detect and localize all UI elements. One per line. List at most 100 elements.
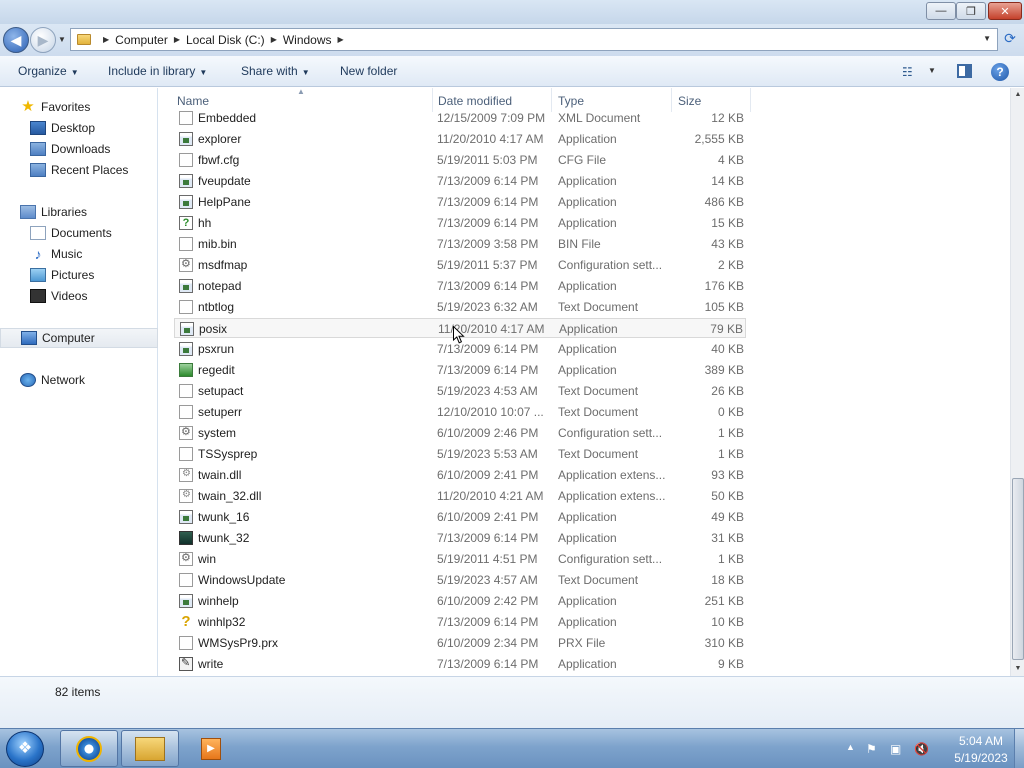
minimize-button[interactable]: — [926,2,956,20]
file-row[interactable]: msdfmap 5/19/2011 5:37 PM Configuration se… [174,255,746,275]
help-button[interactable]: ? [991,63,1009,81]
taskbar-windows-explorer[interactable] [121,730,179,767]
file-row[interactable]: WMSysPr9.prx 6/10/2009 2:34 PM PRX File 310… [174,633,746,653]
scroll-up-button[interactable]: ▲ [1011,88,1024,102]
file-row[interactable]: fveupdate 7/13/2009 6:14 PM Application 14 … [174,171,746,191]
file-date-modified: 7/13/2009 3:58 PM [437,237,539,251]
file-row[interactable]: mib.bin 7/13/2009 3:58 PM BIN File 43 KB [174,234,746,254]
change-view-button[interactable]: ☷ [902,65,913,79]
file-row[interactable]: setuperr 12/10/2010 10:07 ... Text Documen… [174,402,746,422]
refresh-button[interactable]: ⟳ [1000,30,1020,50]
nav-downloads[interactable]: Downloads [0,139,158,159]
nav-desktop[interactable]: Desktop [0,118,158,138]
settings-file-icon [179,257,193,272]
maximize-button[interactable]: ❐ [956,2,986,20]
file-row[interactable]: twunk_32 7/13/2009 6:14 PM Application 31 K… [174,528,746,548]
file-row[interactable]: regedit 7/13/2009 6:14 PM Application 389 K… [174,360,746,380]
column-header-size[interactable]: Size [678,94,701,108]
file-row[interactable]: TSSysprep 5/19/2023 5:53 AM Text Document 1… [174,444,746,464]
file-date-modified: 7/13/2009 6:14 PM [437,342,539,356]
document-icon [179,111,193,125]
more-view-options-button[interactable]: ▼ [928,66,936,75]
file-row[interactable]: explorer 11/20/2010 4:17 AM Application 2,5… [174,129,746,149]
new-folder-button[interactable]: New folder [340,64,397,78]
question-mark-icon: ? [181,613,191,630]
file-row[interactable]: fbwf.cfg 5/19/2011 5:03 PM CFG File 4 KB [174,150,746,170]
action-center-flag-icon[interactable]: ⚑ [866,742,877,756]
file-type: Text Document [558,573,639,587]
nav-documents[interactable]: Documents [0,223,158,243]
file-row[interactable]: twunk_16 6/10/2009 2:41 PM Application 49 K… [174,507,746,527]
breadcrumb-chevron-icon[interactable]: ▶ [271,35,277,44]
file-date-modified: 7/13/2009 6:14 PM [437,615,539,629]
file-size: 105 KB [704,300,744,314]
breadcrumb-chevron-icon[interactable]: ▶ [338,35,344,44]
windows-logo-icon: ❖ [17,740,33,757]
file-row[interactable]: HelpPane 7/13/2009 6:14 PM Application 486 … [174,192,746,212]
forward-button[interactable]: ▶ [30,27,56,53]
file-size: 310 KB [704,636,744,650]
file-row[interactable]: ntbtlog 5/19/2023 6:32 AM Text Document 105… [174,297,746,317]
address-history-dropdown[interactable]: ▼ [983,34,991,43]
file-row[interactable]: system 6/10/2009 2:46 PM Configuration set… [174,423,746,443]
vertical-scrollbar[interactable]: ▲ ▼ [1010,88,1024,676]
show-desktop-button[interactable] [1014,729,1024,768]
file-size: 2,555 KB [694,132,744,146]
file-row[interactable]: winhelp 6/10/2009 2:42 PM Application 251 K… [174,591,746,611]
volume-muted-icon[interactable]: 🔇 [914,742,929,756]
file-row[interactable]: ? hh 7/13/2009 6:14 PM Application 15 KB [174,213,746,233]
scrollbar-thumb[interactable] [1012,478,1024,660]
organize-button[interactable]: Organize ▼ [18,64,79,78]
column-divider[interactable] [750,88,751,112]
breadcrumb-local-disk[interactable]: Local Disk (C:) [186,33,265,47]
nav-libraries[interactable]: Libraries [0,202,158,222]
settings-file-icon [179,551,193,566]
start-button[interactable]: ❖ [6,731,44,767]
nav-favorites[interactable]: ★ Favorites [0,97,158,117]
column-header-name[interactable]: Name [177,94,209,108]
document-icon [179,237,193,251]
include-in-library-button[interactable]: Include in library ▼ [108,64,207,78]
file-name: twain.dll [198,468,242,482]
breadcrumb-computer[interactable]: Computer [115,33,168,47]
nav-computer[interactable]: Computer [0,328,158,348]
taskbar-media-player[interactable]: ▶ [182,730,240,767]
file-name: winhelp [198,594,239,608]
file-row[interactable]: Embedded 12/15/2009 7:09 PM XML Document 12… [174,108,746,128]
preview-pane-button[interactable] [957,64,972,78]
clock-date[interactable]: 5/19/2023 [944,751,1018,765]
breadcrumb-chevron-icon[interactable]: ▶ [103,35,109,44]
network-status-icon[interactable]: ▣ [890,742,901,756]
file-date-modified: 7/13/2009 6:14 PM [437,174,539,188]
file-name: setupact [198,384,244,398]
file-size: 50 KB [711,489,744,503]
back-button[interactable]: ◀ [3,27,29,53]
computer-icon [21,331,37,345]
column-header-date-modified[interactable]: Date modified [438,94,512,108]
nav-pictures[interactable]: Pictures [0,265,158,285]
nav-music[interactable]: ♪ Music [0,244,158,264]
file-row[interactable]: notepad 7/13/2009 6:14 PM Application 176 K… [174,276,746,296]
clock-time[interactable]: 5:04 AM [950,734,1012,748]
file-row[interactable]: write 7/13/2009 6:14 PM Application 9 KB [174,654,746,674]
recent-pages-dropdown[interactable]: ▼ [58,35,66,44]
file-row[interactable]: twain.dll 6/10/2009 2:41 PM Application ex… [174,465,746,485]
file-row[interactable]: win 5/19/2011 4:51 PM Configuration sett..… [174,549,746,569]
scroll-down-button[interactable]: ▼ [1011,662,1024,676]
close-button[interactable]: ✕ [988,2,1022,20]
breadcrumb-windows[interactable]: Windows [283,33,332,47]
breadcrumb-chevron-icon[interactable]: ▶ [174,35,180,44]
column-header-type[interactable]: Type [558,94,584,108]
taskbar-internet-explorer[interactable] [60,730,118,767]
file-row[interactable]: ? winhlp32 7/13/2009 6:14 PM Application 10 … [174,612,746,632]
file-row[interactable]: setupact 5/19/2023 4:53 AM Text Document 26… [174,381,746,401]
nav-network[interactable]: Network [0,370,158,390]
file-name: Embedded [198,111,257,125]
address-bar[interactable]: ▶ Computer ▶ Local Disk (C:) ▶ Windows ▶… [70,28,998,51]
show-hidden-icons-button[interactable]: ▲ [846,742,855,752]
nav-videos[interactable]: Videos [0,286,158,306]
file-row[interactable]: twain_32.dll 11/20/2010 4:21 AM Applicatio… [174,486,746,506]
nav-recent-places[interactable]: Recent Places [0,160,158,180]
file-row[interactable]: WindowsUpdate 5/19/2023 4:57 AM Text Docum… [174,570,746,590]
share-with-button[interactable]: Share with ▼ [241,64,310,78]
